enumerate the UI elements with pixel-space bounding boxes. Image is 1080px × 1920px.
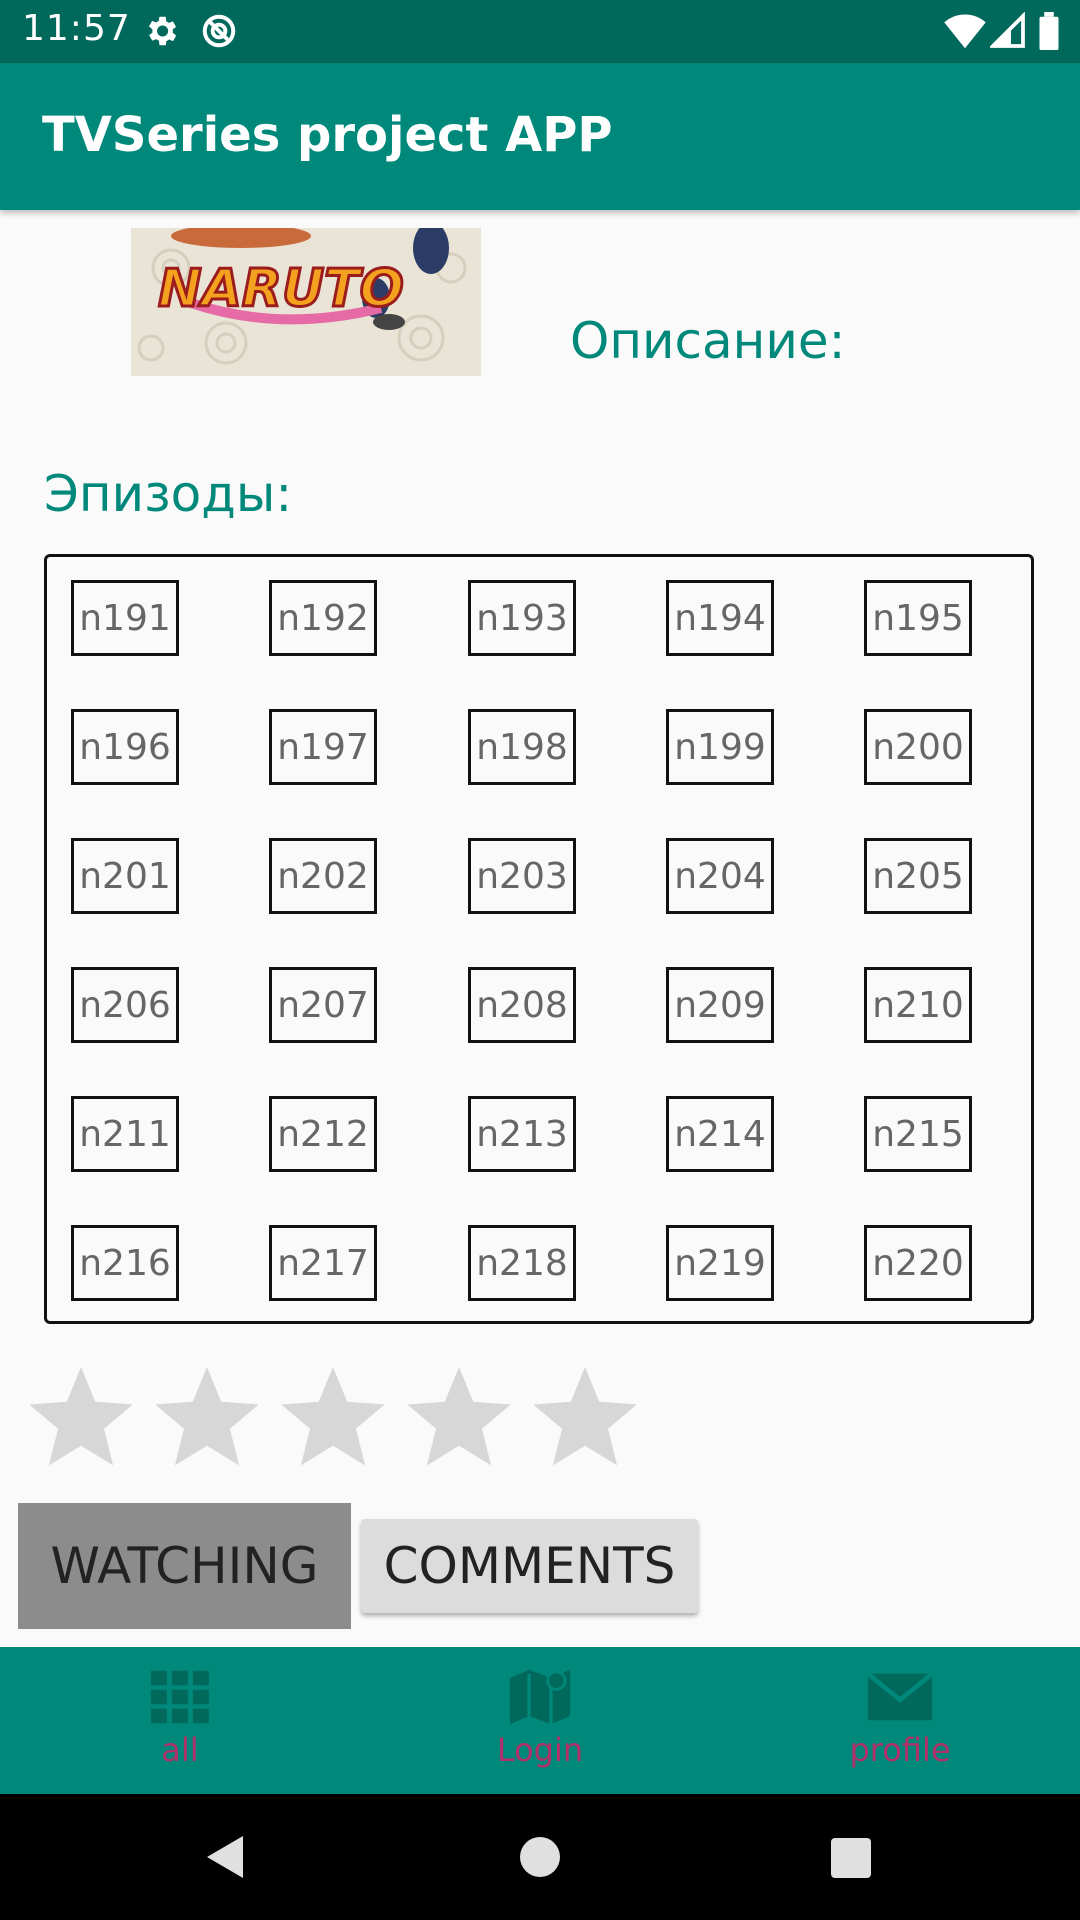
signal-icon bbox=[990, 12, 1025, 48]
grid-icon bbox=[150, 1670, 209, 1724]
poster-logo-text: NARUTO bbox=[158, 259, 404, 319]
episode-button[interactable]: n203 bbox=[468, 838, 576, 914]
episodes-label: Эпизоды: bbox=[44, 465, 293, 523]
episode-button[interactable]: n210 bbox=[864, 967, 972, 1043]
nav-item-all[interactable]: all bbox=[80, 1647, 280, 1794]
episode-button[interactable]: n212 bbox=[269, 1096, 377, 1172]
status-bar: 11:57 bbox=[0, 0, 1080, 63]
nav-label-login: Login bbox=[496, 1731, 584, 1769]
nav-label-all: all bbox=[161, 1731, 199, 1769]
episode-button[interactable]: n209 bbox=[666, 967, 774, 1043]
episode-button[interactable]: n217 bbox=[269, 1225, 377, 1301]
recents-icon[interactable] bbox=[831, 1838, 871, 1878]
episode-button[interactable]: n207 bbox=[269, 967, 377, 1043]
episode-button[interactable]: n194 bbox=[666, 580, 774, 656]
watching-button[interactable]: WATCHING bbox=[18, 1503, 351, 1629]
episode-button[interactable]: n201 bbox=[71, 838, 179, 914]
episode-button[interactable]: n219 bbox=[666, 1225, 774, 1301]
map-icon bbox=[510, 1669, 570, 1726]
episode-button[interactable]: n199 bbox=[666, 709, 774, 785]
episode-button[interactable]: n200 bbox=[864, 709, 972, 785]
episode-button[interactable]: n197 bbox=[269, 709, 377, 785]
episode-button[interactable]: n196 bbox=[71, 709, 179, 785]
episode-button[interactable]: n204 bbox=[666, 838, 774, 914]
star-icon[interactable] bbox=[152, 1360, 262, 1470]
episode-button[interactable]: n213 bbox=[468, 1096, 576, 1172]
episodes-grid: n191 n192 n193 n194 n195 n196 n197 n198 … bbox=[44, 554, 1034, 1324]
episode-button[interactable]: n193 bbox=[468, 580, 576, 656]
status-time: 11:57 bbox=[22, 8, 131, 49]
mail-icon bbox=[866, 1671, 934, 1721]
star-icon[interactable] bbox=[404, 1360, 514, 1470]
data-saver-icon bbox=[202, 14, 236, 48]
system-navigation-bar bbox=[0, 1794, 1080, 1920]
episode-button[interactable]: n218 bbox=[468, 1225, 576, 1301]
star-icon[interactable] bbox=[530, 1360, 640, 1470]
episode-button[interactable]: n206 bbox=[71, 967, 179, 1043]
back-icon[interactable] bbox=[205, 1834, 245, 1880]
nav-item-login[interactable]: Login bbox=[440, 1647, 640, 1794]
home-icon[interactable] bbox=[520, 1837, 560, 1877]
episode-button[interactable]: n215 bbox=[864, 1096, 972, 1172]
bottom-navigation: all Login profile bbox=[0, 1647, 1080, 1794]
nav-label-profile: profile bbox=[849, 1731, 951, 1769]
app-bar: TVSeries project APP bbox=[0, 63, 1080, 210]
episode-button[interactable]: n216 bbox=[71, 1225, 179, 1301]
wifi-icon bbox=[944, 14, 986, 49]
description-label: Описание: bbox=[570, 312, 846, 370]
poster-image: NARUTO bbox=[131, 228, 481, 376]
episode-button[interactable]: n202 bbox=[269, 838, 377, 914]
episode-button[interactable]: n220 bbox=[864, 1225, 972, 1301]
star-icon[interactable] bbox=[26, 1360, 136, 1470]
episode-button[interactable]: n192 bbox=[269, 580, 377, 656]
episode-button[interactable]: n191 bbox=[71, 580, 179, 656]
episode-button[interactable]: n205 bbox=[864, 838, 972, 914]
settings-icon bbox=[148, 16, 177, 46]
episode-button[interactable]: n198 bbox=[468, 709, 576, 785]
episode-button[interactable]: n211 bbox=[71, 1096, 179, 1172]
episode-button[interactable]: n195 bbox=[864, 580, 972, 656]
star-icon[interactable] bbox=[278, 1360, 388, 1470]
battery-icon bbox=[1039, 12, 1059, 50]
series-poster: NARUTO bbox=[131, 228, 481, 376]
app-title: TVSeries project APP bbox=[42, 107, 613, 163]
nav-item-profile[interactable]: profile bbox=[800, 1647, 1000, 1794]
comments-button[interactable]: COMMENTS bbox=[361, 1519, 698, 1613]
episode-button[interactable]: n214 bbox=[666, 1096, 774, 1172]
episode-button[interactable]: n208 bbox=[468, 967, 576, 1043]
